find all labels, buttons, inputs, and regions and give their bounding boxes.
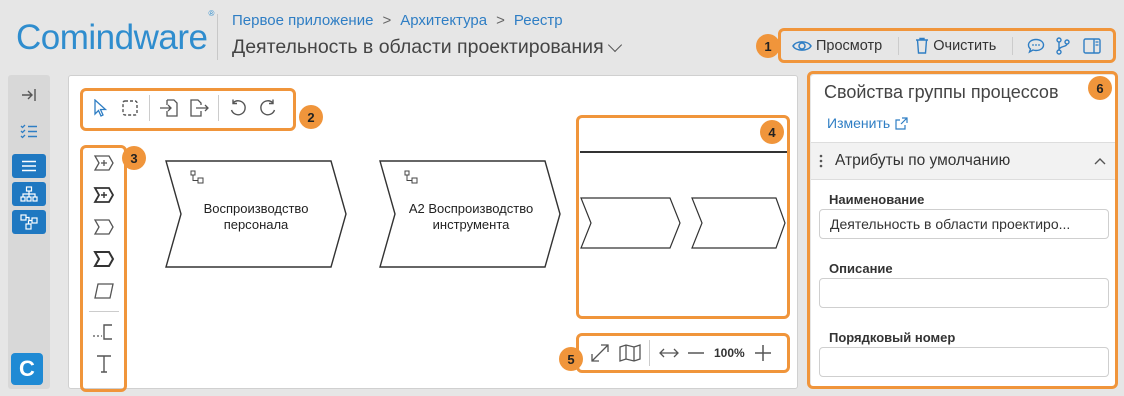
header-divider xyxy=(217,14,218,60)
breadcrumb-separator: > xyxy=(382,12,392,29)
rail-hierarchy-button[interactable] xyxy=(12,182,46,206)
highlight-palette xyxy=(80,145,127,392)
checklist-icon xyxy=(20,124,37,139)
breadcrumb-item-app[interactable]: Первое приложение xyxy=(232,12,373,29)
process-label: А2 Воспроизводство инструмента xyxy=(396,201,546,233)
process-label-line: Воспроизводство xyxy=(203,201,309,216)
marker-badge: 6 xyxy=(1088,76,1112,100)
process-label-line: персонала xyxy=(223,217,289,232)
hierarchy-icon xyxy=(20,186,38,202)
page-title-text: Деятельность в области проектирования xyxy=(232,36,604,58)
page-title[interactable]: Деятельность в области проектирования xyxy=(232,36,622,59)
highlight-minimap xyxy=(576,115,790,319)
marker-badge: 1 xyxy=(756,34,780,58)
breadcrumb-item-registry[interactable]: Реестр xyxy=(514,12,563,29)
left-rail: C xyxy=(8,75,50,389)
marker-badge: 5 xyxy=(559,347,583,371)
highlight-toolbar xyxy=(778,28,1116,63)
highlight-zoombar xyxy=(576,333,790,373)
marker-badge: 2 xyxy=(299,105,323,129)
list-icon xyxy=(22,160,36,172)
diagram-icon xyxy=(20,214,38,230)
rail-diagram-button[interactable] xyxy=(12,210,46,234)
logo-text: Comindware xyxy=(16,18,208,57)
rail-tasks-button[interactable] xyxy=(12,119,46,143)
breadcrumb-separator: > xyxy=(496,12,505,29)
rail-list-button[interactable] xyxy=(12,154,46,178)
process-label: Воспроизводство персонала xyxy=(184,201,328,233)
highlight-tools xyxy=(80,88,296,131)
marker-badge: 4 xyxy=(760,120,784,144)
app-logo-tile[interactable]: C xyxy=(11,353,43,385)
breadcrumb-item-architecture[interactable]: Архитектура xyxy=(400,12,487,29)
logo-mark: ® xyxy=(208,9,214,19)
subprocess-icon xyxy=(404,170,418,184)
subprocess-icon xyxy=(190,170,204,184)
breadcrumb: Первое приложение > Архитектура > Реестр xyxy=(232,12,563,29)
process-label-line: инструмента xyxy=(432,217,510,232)
highlight-panel xyxy=(807,71,1118,389)
expand-icon xyxy=(22,89,36,101)
process-label-line: А2 Воспроизводство xyxy=(408,201,534,216)
rail-expand-button[interactable] xyxy=(12,83,46,107)
chevron-down-icon[interactable] xyxy=(607,37,622,52)
app-logo: Comindware® xyxy=(16,9,214,58)
marker-badge: 3 xyxy=(122,146,146,170)
